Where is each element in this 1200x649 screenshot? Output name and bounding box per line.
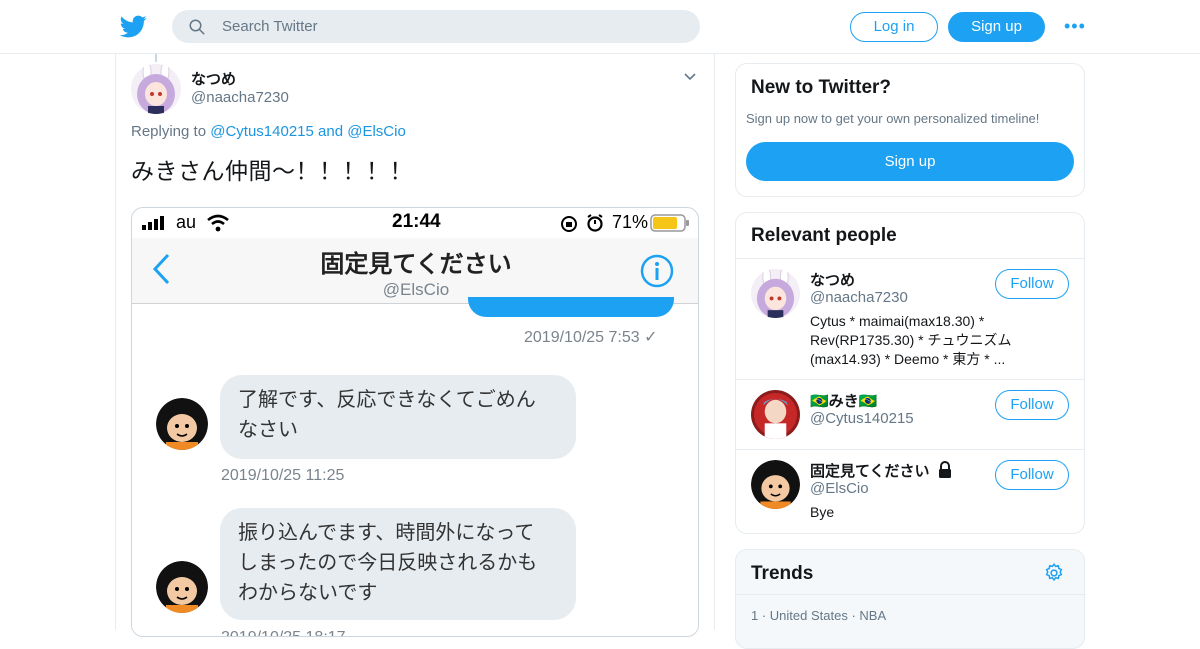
signup-button[interactable]: Sign up — [948, 12, 1045, 42]
chat-header: 固定見てください @ElsCio — [132, 238, 698, 304]
person-item: 固定見てください @ElsCio Bye Follow — [736, 449, 1084, 533]
alarm-icon — [587, 214, 603, 232]
tweet-text: みきさん仲間〜！！！！！ — [131, 158, 413, 184]
person-item: なつめ @naacha7230 Cytus * maimai(max18.30)… — [736, 258, 1084, 379]
avatar[interactable] — [751, 460, 800, 509]
info-icon[interactable] — [640, 254, 674, 288]
sent-message-bubble — [468, 297, 674, 317]
received-message-bubble: 了解です、反応できなくてごめん なさい — [220, 375, 576, 459]
card-title: Trends — [751, 563, 814, 584]
carrier-label: au — [176, 212, 197, 232]
chat-title: 固定見てください — [320, 251, 512, 278]
person-name[interactable]: 🇧🇷みき🇧🇷 — [810, 390, 877, 411]
signup-button[interactable]: Sign up — [746, 142, 1074, 181]
twitter-bird-icon[interactable] — [120, 13, 147, 40]
person-handle[interactable]: @ElsCio — [810, 480, 869, 497]
avatar — [156, 561, 208, 613]
lock-icon — [938, 461, 951, 478]
search-icon — [189, 19, 205, 35]
follow-button[interactable]: Follow — [995, 269, 1069, 299]
person-bio: Bye — [810, 504, 835, 520]
person-bio: Cytus * maimai(max18.30) * Rev(RP1735.30… — [810, 313, 1012, 367]
card-subtitle: Sign up now to get your own personalized… — [746, 111, 1040, 126]
person-handle[interactable]: @naacha7230 — [810, 289, 908, 306]
person-name[interactable]: 固定見てください — [810, 460, 953, 481]
trends-header: Trends — [736, 550, 1086, 595]
avatar — [156, 398, 208, 450]
person-name[interactable]: なつめ — [810, 269, 855, 290]
avatar[interactable] — [751, 390, 800, 439]
card-title: New to Twitter? — [751, 77, 892, 98]
trend-meta: 1 · United States · NBA — [751, 608, 887, 623]
cartoon-avatar-icon — [156, 561, 208, 613]
person-name-text: 固定見てください — [810, 463, 930, 480]
author-name[interactable]: なつめ — [191, 68, 236, 89]
person-item: 🇧🇷みき🇧🇷 @Cytus140215 Follow — [736, 379, 1084, 449]
anime-avatar-icon — [131, 64, 181, 114]
tweet-card: なつめ @naacha7230 Replying to @Cytus140215… — [115, 54, 715, 637]
relevant-people-card: Relevant people なつめ @naacha7230 Cytus * … — [735, 212, 1085, 534]
replying-prefix: Replying to — [131, 123, 211, 140]
replying-to: Replying to @Cytus140215 and @ElsCio — [131, 123, 406, 140]
gear-icon[interactable] — [1044, 563, 1064, 583]
card-title: Relevant people — [751, 225, 897, 246]
search-input[interactable] — [222, 10, 682, 43]
anime-avatar-icon — [751, 269, 800, 318]
tweet-image[interactable]: au 21:44 71% 固定見てください @ElsCio 2019/10/25… — [131, 207, 699, 637]
chevron-down-icon[interactable] — [683, 70, 697, 84]
clock-label: 21:44 — [392, 211, 441, 232]
person-handle[interactable]: @Cytus140215 — [810, 410, 914, 427]
message-timestamp: 2019/10/25 11:25 — [221, 467, 345, 484]
search-box[interactable] — [172, 10, 700, 43]
rotation-lock-icon — [561, 216, 577, 232]
avatar[interactable] — [131, 64, 181, 114]
signal-icon — [142, 216, 164, 230]
chat-thread: 2019/10/25 7:53 ✓ 了解です、反応できなくてごめん なさい 20… — [132, 297, 698, 636]
follow-button[interactable]: Follow — [995, 460, 1069, 490]
character-avatar-icon — [751, 390, 800, 439]
more-options-icon[interactable]: ••• — [1064, 17, 1086, 35]
battery-percent: 71% — [612, 212, 649, 232]
thread-connector — [155, 54, 157, 62]
login-button[interactable]: Log in — [850, 12, 938, 42]
avatar[interactable] — [751, 269, 800, 318]
reply-mention-link[interactable]: @ElsCio — [347, 123, 406, 140]
reply-and-text: and — [313, 123, 348, 140]
battery-icon — [650, 214, 689, 232]
sent-timestamp: 2019/10/25 7:53 ✓ — [524, 329, 658, 346]
reply-mention-link[interactable]: @Cytus140215 — [210, 123, 314, 140]
trends-card: Trends 1 · United States · NBA — [735, 549, 1086, 649]
follow-button[interactable]: Follow — [995, 390, 1069, 420]
wifi-icon — [207, 214, 229, 232]
top-navigation-bar: Log in Sign up ••• — [0, 0, 1200, 54]
phone-status-bar: au 21:44 71% — [132, 208, 698, 238]
received-message-bubble: 振り込んでます、時間外になって しまったので今日反映されるかも わからないです — [220, 508, 576, 620]
cartoon-avatar-icon — [156, 398, 208, 450]
new-to-twitter-card: New to Twitter? Sign up now to get your … — [735, 63, 1085, 197]
author-handle[interactable]: @naacha7230 — [191, 89, 289, 106]
cartoon-avatar-icon — [751, 460, 800, 509]
message-timestamp: 2019/10/25 18:17 — [221, 629, 346, 636]
